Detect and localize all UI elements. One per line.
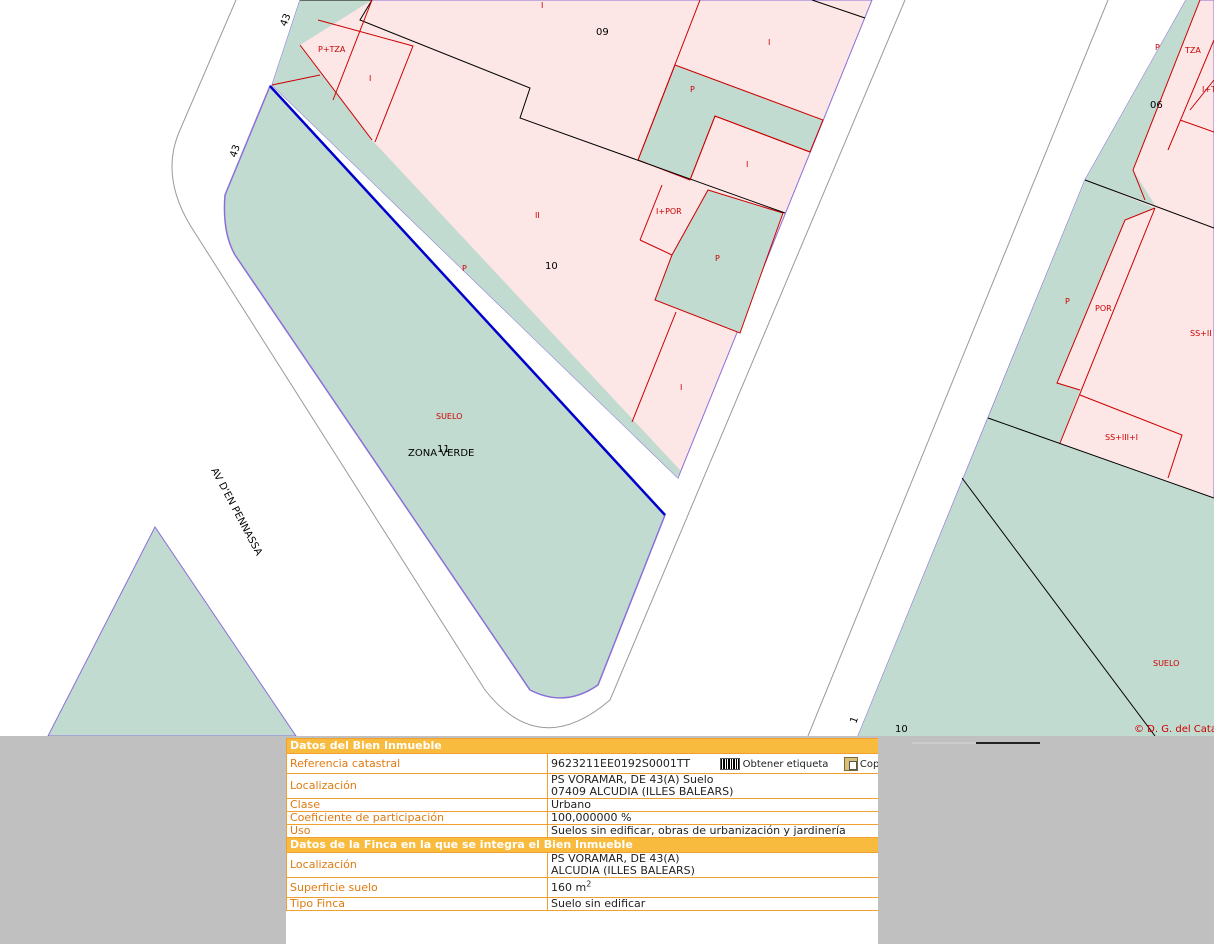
clipboard-icon[interactable] [843, 756, 858, 771]
superficie-value: 160 m2 [547, 877, 878, 898]
cadastral-map[interactable]: AV D'EN PENNASSA 09 10 11 06 10 43 43 1 … [0, 0, 1214, 736]
unit-label: I [746, 160, 748, 169]
parcel-number-10: 10 [545, 261, 558, 272]
coeficiente-label: Coeficiente de participación [286, 811, 548, 825]
superficie-label: Superficie suelo [286, 877, 548, 898]
superficie-exponent: 2 [586, 878, 592, 888]
unit-label: TZA [1184, 46, 1201, 55]
unit-label: POR [1095, 304, 1112, 313]
unit-label: P [1065, 297, 1070, 306]
street-name: AV D'EN PENNASSA [208, 466, 264, 557]
finca-localizacion-line: ALCUDIA (ILLES BALEARS) [551, 864, 695, 877]
unit-label: P [715, 254, 720, 263]
barcode-icon[interactable] [719, 757, 740, 770]
street-number-bottom: 1 [848, 715, 861, 725]
tipo-finca-value: Suelo sin edificar [547, 897, 878, 911]
localizacion-line: 07409 ALCUDIA (ILLES BALEARS) [551, 785, 734, 798]
unit-label: SUELO [436, 412, 462, 421]
unit-label: P [1155, 43, 1160, 52]
copyright-label: © D. G. del Cata [1134, 724, 1214, 735]
parcel-number-06: 06 [1150, 100, 1163, 111]
zone-label: ZONA VERDE [408, 448, 474, 459]
unit-label: I+POR [656, 207, 682, 216]
unit-label: P+TZA [318, 45, 346, 54]
obtener-etiqueta-link[interactable]: Obtener etiqueta [743, 759, 829, 770]
localizacion-value: PS VORAMAR, DE 43(A) Suelo 07409 ALCUDIA… [547, 773, 878, 799]
parcel-number-09: 09 [596, 27, 609, 38]
coeficiente-value: 100,000000 % [547, 811, 878, 825]
clase-value: Urbano [547, 798, 878, 812]
unit-label: I [768, 38, 770, 47]
parcel-number-10-bottom: 10 [895, 724, 908, 735]
unit-label: II [535, 211, 540, 220]
unit-label: SS+II [1190, 329, 1212, 338]
unit-label: SS+III+I [1105, 433, 1138, 442]
unit-label: I [541, 1, 543, 10]
property-info-table: Datos del Bien Inmueble Referencia catas… [286, 738, 878, 911]
ref-catastral-label: Referencia catastral [286, 753, 548, 774]
tipo-finca-label: Tipo Finca [286, 897, 548, 911]
scale-bar [912, 742, 1040, 744]
unit-label: P [690, 85, 695, 94]
copy-link[interactable]: Cop [860, 759, 878, 770]
uso-value: Suelos sin edificar, obras de urbanizaci… [547, 824, 878, 838]
ref-catastral-value: 9623211EE0192S0001TT [551, 756, 691, 770]
unit-label: I+T [1202, 85, 1214, 94]
section-header-finca: Datos de la Finca en la que se integra e… [286, 837, 878, 853]
clase-label: Clase [286, 798, 548, 812]
section-header-inmueble: Datos del Bien Inmueble [286, 738, 878, 754]
localizacion-label: Localización [286, 773, 548, 799]
finca-localizacion-label: Localización [286, 852, 548, 878]
finca-localizacion-value: PS VORAMAR, DE 43(A) ALCUDIA (ILLES BALE… [547, 852, 878, 878]
unit-label: SUELO [1153, 659, 1179, 668]
uso-label: Uso [286, 824, 548, 838]
unit-label: P [462, 264, 467, 273]
ref-catastral-cell: 9623211EE0192S0001TT Obtener etiqueta Co… [547, 753, 878, 774]
unit-label: I [369, 74, 371, 83]
green-area-left[interactable] [47, 526, 297, 736]
unit-label: I [680, 383, 682, 392]
superficie-number: 160 m [551, 880, 587, 894]
property-info-panel: Datos del Bien Inmueble Referencia catas… [286, 738, 878, 944]
